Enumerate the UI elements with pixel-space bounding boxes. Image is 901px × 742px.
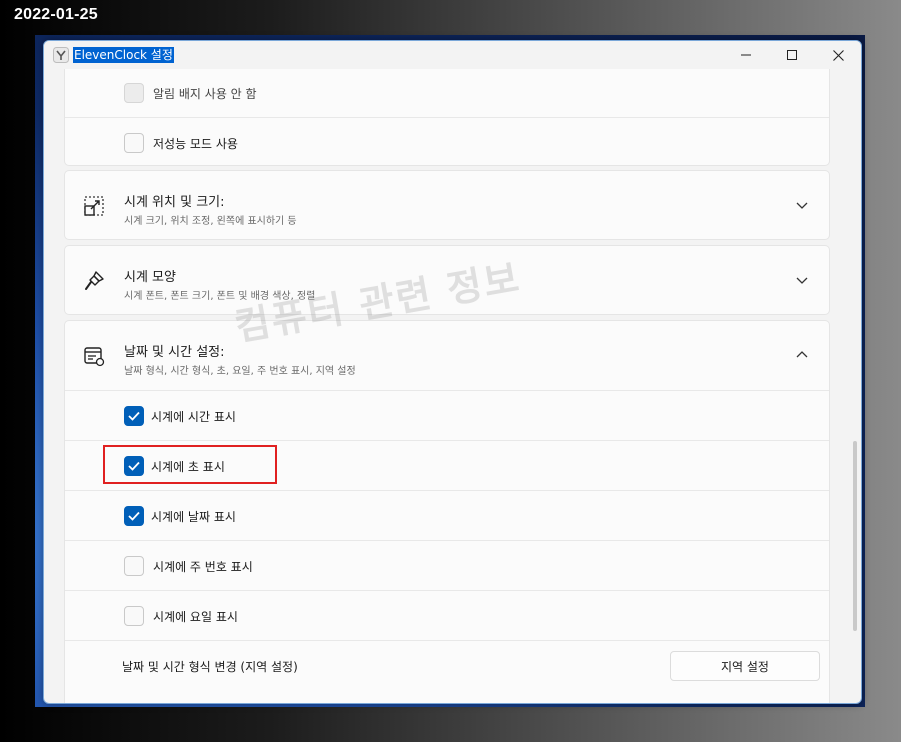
chevron-down-icon[interactable] — [795, 198, 809, 212]
show-week-number-checkbox[interactable] — [124, 556, 144, 576]
section-subtitle: 시계 크기, 위치 조정, 왼쪽에 표시하기 등 — [124, 216, 297, 227]
section-title: 날짜 및 시간 설정: — [124, 345, 225, 360]
checkbox-label: 저성능 모드 사용 — [153, 137, 238, 151]
resize-icon — [84, 196, 104, 216]
section-title: 시계 위치 및 크기: — [124, 195, 225, 210]
checkbox-label: 알림 배지 사용 안 함 — [153, 87, 257, 101]
checkmark-icon — [128, 411, 140, 421]
checkbox-label: 시계에 날짜 표시 — [151, 510, 236, 524]
section-clock-appearance[interactable]: 시계 모양 시계 폰트, 폰트 크기, 폰트 및 배경 색상, 정렬 — [64, 245, 830, 315]
show-date-checkbox[interactable] — [124, 506, 144, 526]
elevenclock-app-icon — [53, 47, 69, 63]
checkmark-icon — [128, 511, 140, 521]
region-settings-button[interactable]: 지역 설정 — [670, 651, 820, 681]
brush-icon — [85, 271, 104, 290]
close-button[interactable] — [815, 41, 861, 69]
date-stamp: 2022-01-25 — [14, 6, 98, 23]
list-item[interactable]: 시계에 날짜 표시 — [65, 491, 829, 541]
close-icon — [832, 49, 844, 61]
chevron-up-icon[interactable] — [795, 348, 809, 362]
list-item[interactable]: 시계에 주 번호 표시 — [65, 541, 829, 591]
list-item[interactable]: 시계에 초 표시 — [65, 441, 829, 491]
checkbox-label: 시계에 요일 표시 — [153, 610, 238, 624]
checkbox-label: 시계에 주 번호 표시 — [153, 560, 253, 574]
minimize-icon — [741, 54, 751, 56]
section-subtitle: 날짜 형식, 시간 형식, 초, 요일, 주 번호 표시, 지역 설정 — [124, 366, 356, 377]
show-time-checkbox[interactable] — [124, 406, 144, 426]
list-item[interactable]: 시계에 시간 표시 — [65, 391, 829, 441]
title-bar[interactable]: ElevenClock 설정 — [44, 41, 861, 69]
scrollbar[interactable] — [853, 441, 857, 631]
minimize-button[interactable] — [723, 41, 769, 69]
settings-window: ElevenClock 설정 알림 배지 사용 안 함 저성능 모드 사용 시계… — [43, 40, 862, 704]
show-weekday-checkbox[interactable] — [124, 606, 144, 626]
show-seconds-checkbox[interactable] — [124, 456, 144, 476]
section-date-time-settings: 날짜 및 시간 설정: 날짜 형식, 시간 형식, 초, 요일, 주 번호 표시… — [64, 320, 830, 703]
list-item[interactable]: 저성능 모드 사용 — [65, 118, 829, 168]
disable-badge-checkbox[interactable] — [124, 83, 144, 103]
calendar-icon — [84, 347, 105, 367]
checkbox-label: 시계에 초 표시 — [151, 460, 225, 474]
checkmark-icon — [128, 461, 140, 471]
chevron-down-icon[interactable] — [795, 273, 809, 287]
section-clock-position-size[interactable]: 시계 위치 및 크기: 시계 크기, 위치 조정, 왼쪽에 표시하기 등 — [64, 170, 830, 240]
checkbox-label: 시계에 시간 표시 — [151, 410, 236, 424]
region-settings-label: 날짜 및 시간 형식 변경 (지역 설정) — [122, 660, 298, 674]
maximize-icon — [787, 50, 797, 60]
window-title: ElevenClock 설정 — [73, 47, 174, 63]
maximize-button[interactable] — [769, 41, 815, 69]
section-subtitle: 시계 폰트, 폰트 크기, 폰트 및 배경 색상, 정렬 — [124, 291, 316, 302]
low-performance-checkbox[interactable] — [124, 133, 144, 153]
region-settings-row: 날짜 및 시간 형식 변경 (지역 설정) 지역 설정 — [65, 641, 829, 691]
notification-options-card: 알림 배지 사용 안 함 저성능 모드 사용 — [64, 69, 830, 166]
list-item[interactable]: 시계에 요일 표시 — [65, 591, 829, 641]
section-header[interactable]: 날짜 및 시간 설정: 날짜 형식, 시간 형식, 초, 요일, 주 번호 표시… — [65, 321, 829, 391]
settings-content[interactable]: 알림 배지 사용 안 함 저성능 모드 사용 시계 위치 및 크기: 시계 크기… — [44, 69, 861, 703]
section-title: 시계 모양 — [124, 270, 176, 285]
list-item[interactable]: 알림 배지 사용 안 함 — [65, 69, 829, 118]
